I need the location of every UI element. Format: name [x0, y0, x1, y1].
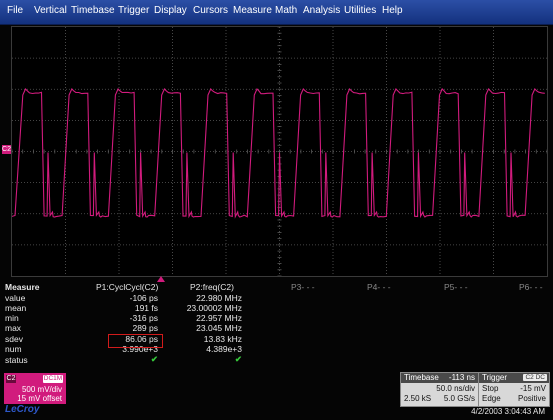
- menu-bar: File Vertical Timebase Trigger Display C…: [0, 0, 553, 25]
- row-label-num: num: [5, 344, 22, 354]
- trigger-descriptor[interactable]: Trigger C2 DC Stop -15 mV Edge Positive: [478, 372, 550, 407]
- p6-title[interactable]: P6- - -: [519, 282, 543, 292]
- p2-max: 23.045 MHz: [180, 323, 242, 333]
- vertical-offset: 15 mV offset: [17, 394, 62, 403]
- p2-status-check-icon: ✔: [180, 354, 242, 365]
- p2-sdev: 13.83 kHz: [180, 334, 242, 344]
- timebase-title: Timebase: [404, 373, 439, 382]
- menu-trigger[interactable]: Trigger: [118, 5, 149, 16]
- menu-utilities[interactable]: Utilities: [344, 5, 376, 16]
- waveform-display[interactable]: [11, 26, 548, 277]
- p2-min: 22.957 MHz: [180, 313, 242, 323]
- p1-title[interactable]: P1:CyclCycl(C2): [96, 282, 158, 292]
- measure-table[interactable]: Measure P1:CyclCycl(C2) P2:freq(C2) P3- …: [0, 282, 553, 372]
- brand-logo: LeCroy: [5, 404, 39, 415]
- menu-file[interactable]: File: [7, 5, 23, 16]
- trigger-header: Trigger C2 DC: [479, 373, 549, 383]
- menu-help[interactable]: Help: [382, 5, 403, 16]
- waveform-grid: [12, 27, 547, 276]
- vertical-scale: 500 mV/div: [22, 385, 62, 394]
- menu-vertical[interactable]: Vertical: [34, 5, 67, 16]
- timebase-header: Timebase -113 ns: [401, 373, 478, 383]
- p4-title[interactable]: P4- - -: [367, 282, 391, 292]
- trigger-type: Edge: [482, 394, 501, 403]
- timebase-rate: 50.0 ns/div: [436, 384, 475, 393]
- channel-tag: C2: [6, 375, 16, 383]
- trigger-mode: Stop: [482, 384, 498, 393]
- menu-cursors[interactable]: Cursors: [193, 5, 228, 16]
- coupling-badge: DC1M: [43, 375, 63, 383]
- grid-lines: [12, 27, 547, 276]
- p1-min: -316 ps: [96, 313, 158, 323]
- sdev-highlight-box: [108, 334, 163, 348]
- p2-value: 22.980 MHz: [180, 293, 242, 303]
- row-label-mean: mean: [5, 303, 26, 313]
- p5-title[interactable]: P5- - -: [444, 282, 468, 292]
- trigger-title: Trigger: [482, 373, 507, 382]
- menu-timebase[interactable]: Timebase: [71, 5, 115, 16]
- p2-mean: 23.00002 MHz: [180, 303, 242, 313]
- measure-header: Measure: [5, 282, 40, 292]
- trigger-slope: Positive: [518, 394, 546, 403]
- menu-display[interactable]: Display: [154, 5, 187, 16]
- menu-measure[interactable]: Measure: [233, 5, 272, 16]
- row-label-min: min: [5, 313, 19, 323]
- timebase-samples: 2.50 kS: [404, 394, 431, 403]
- trigger-level: -15 mV: [520, 384, 546, 393]
- p1-value: -106 ps: [96, 293, 158, 303]
- row-label-value: value: [5, 293, 25, 303]
- channel-marker[interactable]: C2: [2, 145, 11, 154]
- timebase-descriptor[interactable]: Timebase -113 ns 50.0 ns/div 2.50 kS 5.0…: [400, 372, 479, 407]
- channel-descriptor-box[interactable]: C2 DC1M 500 mV/div 15 mV offset: [4, 373, 66, 404]
- trigger-source-badge: C2 DC: [523, 374, 547, 381]
- row-label-sdev: sdev: [5, 334, 23, 344]
- menu-analysis[interactable]: Analysis: [303, 5, 340, 16]
- menu-math[interactable]: Math: [275, 5, 297, 16]
- p2-title[interactable]: P2:freq(C2): [190, 282, 234, 292]
- p2-num: 4.389e+3: [180, 344, 242, 354]
- p3-title[interactable]: P3- - -: [291, 282, 315, 292]
- p1-max: 289 ps: [96, 323, 158, 333]
- p1-status-check-icon: ✔: [96, 354, 158, 365]
- timebase-sample-rate: 5.0 GS/s: [444, 394, 475, 403]
- row-label-status: status: [5, 355, 28, 365]
- date-time: 4/2/2003 3:04:43 AM: [471, 407, 545, 416]
- timebase-delay: -113 ns: [449, 373, 475, 382]
- p1-mean: 191 fs: [96, 303, 158, 313]
- row-label-max: max: [5, 323, 21, 333]
